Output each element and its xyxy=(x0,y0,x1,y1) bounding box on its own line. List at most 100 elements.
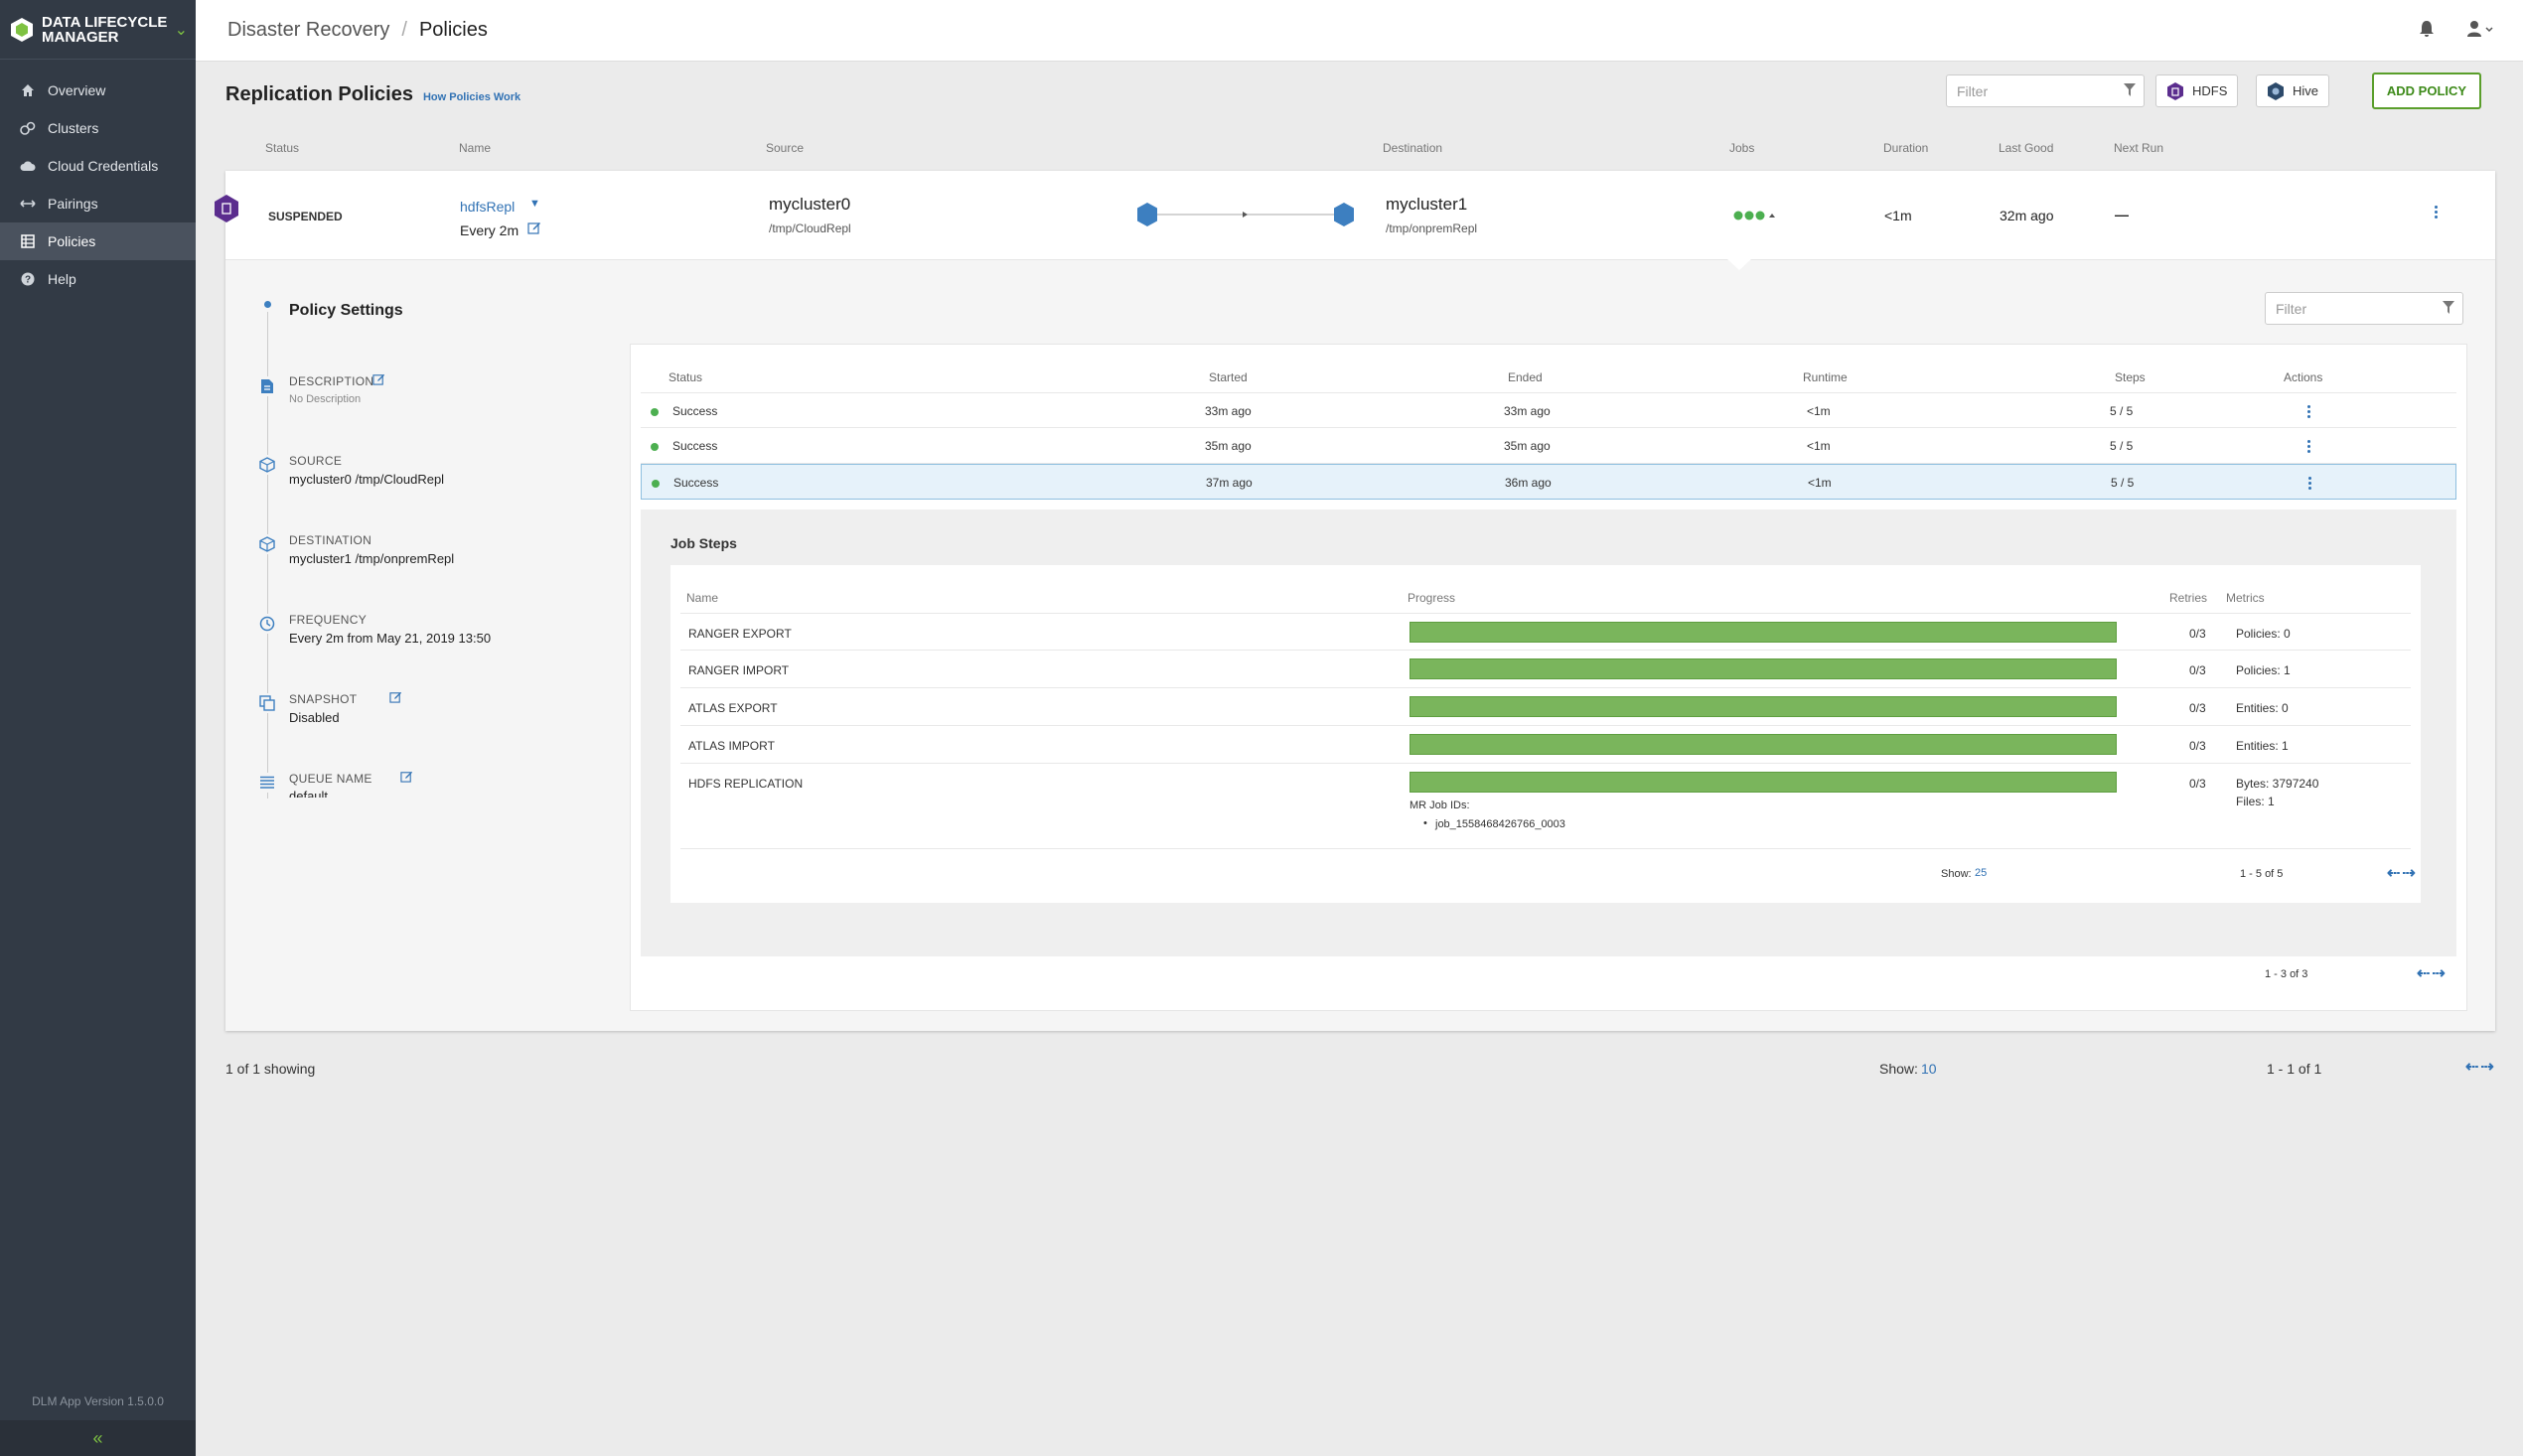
jobs-col-status[interactable]: Status xyxy=(668,370,702,384)
col-source[interactable]: Source xyxy=(766,141,804,155)
jobs-col-started[interactable]: Started xyxy=(1209,370,1248,384)
success-status-dot xyxy=(651,408,659,416)
sidebar-item-overview[interactable]: Overview xyxy=(0,72,196,109)
hive-filter-button[interactable]: Hive xyxy=(2256,74,2330,107)
policy-actions-menu-icon[interactable] xyxy=(2435,206,2439,220)
col-last-good[interactable]: Last Good xyxy=(1999,141,2053,155)
hdfs-filter-button[interactable]: HDFS xyxy=(2155,74,2239,107)
steps-col-metrics: Metrics xyxy=(2226,591,2265,605)
step-row: RANGER EXPORT 0/3 Policies: 0 xyxy=(680,613,2411,651)
job-runtime: <1m xyxy=(1807,404,1831,418)
policy-details: Policy Settings DESCRIPTION No Descripti… xyxy=(225,259,2495,1031)
description-label: DESCRIPTION xyxy=(289,374,374,388)
jobs-col-runtime[interactable]: Runtime xyxy=(1803,370,1848,384)
edit-queue-icon[interactable] xyxy=(400,770,413,788)
col-status[interactable]: Status xyxy=(265,141,299,155)
sidebar-item-label: Pairings xyxy=(48,196,98,212)
app-version: DLM App Version 1.5.0.0 xyxy=(32,1394,164,1408)
jobs-pager-arrows-icon[interactable]: ⇠⇢ xyxy=(2417,963,2448,983)
add-policy-button[interactable]: ADD POLICY xyxy=(2372,73,2481,109)
step-retries: 0/3 xyxy=(2189,701,2206,715)
job-steps: 5 / 5 xyxy=(2110,439,2134,453)
sidebar-item-label: Policies xyxy=(48,233,96,249)
breadcrumb-separator: / xyxy=(401,19,407,41)
step-metrics-files: Files: 1 xyxy=(2236,795,2275,808)
page-header: Replication Policies How Policies Work xyxy=(225,83,520,106)
queue-value: default xyxy=(289,789,329,798)
hdfs-hex-icon xyxy=(2167,81,2183,100)
policy-name-link[interactable]: hdfsRepl xyxy=(460,199,515,215)
col-next-run[interactable]: Next Run xyxy=(2114,141,2163,155)
job-steps-panel: Job Steps Name Progress Retries Metrics … xyxy=(641,510,2456,956)
job-status: Success xyxy=(672,439,718,453)
jobs-col-ended[interactable]: Ended xyxy=(1508,370,1543,384)
user-menu-icon[interactable] xyxy=(2467,20,2495,43)
footer-pager-arrows-icon[interactable]: ⇠⇢ xyxy=(2465,1057,2496,1077)
hdfs-label: HDFS xyxy=(2192,83,2228,98)
step-name: ATLAS IMPORT xyxy=(688,739,775,753)
step-name: RANGER EXPORT xyxy=(688,627,792,641)
edit-snapshot-icon[interactable] xyxy=(389,690,402,708)
footer-page-size[interactable]: 10 xyxy=(1921,1061,1937,1077)
clusters-icon xyxy=(20,120,36,136)
source-value: mycluster0 /tmp/CloudRepl xyxy=(289,472,445,487)
sidebar-item-policies[interactable]: Policies xyxy=(0,222,196,260)
footer-pager-text: 1 - 1 of 1 xyxy=(2267,1061,2322,1077)
job-actions-menu-icon[interactable] xyxy=(2308,477,2312,492)
bell-icon[interactable] xyxy=(2419,20,2435,43)
breadcrumb-parent[interactable]: Disaster Recovery xyxy=(227,19,389,42)
job-row[interactable]: Success 33m ago 33m ago <1m 5 / 5 xyxy=(641,392,2456,428)
caret-down-icon[interactable]: ▼ xyxy=(529,198,540,210)
policy-next-run: — xyxy=(2115,207,2129,222)
step-progress-bar xyxy=(1410,772,2117,793)
job-status: Success xyxy=(672,404,718,418)
job-started: 35m ago xyxy=(1205,439,1252,453)
col-name[interactable]: Name xyxy=(459,141,491,155)
steps-show-label: Show: xyxy=(1941,868,1972,880)
job-actions-menu-icon[interactable] xyxy=(2307,440,2311,455)
policy-filter-input[interactable]: Filter xyxy=(1946,74,2145,107)
jobs-col-steps[interactable]: Steps xyxy=(2115,370,2146,384)
policy-duration: <1m xyxy=(1884,208,1912,223)
policy-card: SUSPENDED hdfsRepl ▼ Every 2m mycluster0… xyxy=(215,171,2495,1031)
success-status-dot xyxy=(652,480,660,488)
step-name: RANGER IMPORT xyxy=(688,663,790,677)
source-label: SOURCE xyxy=(289,454,343,468)
job-ended: 36m ago xyxy=(1505,476,1552,490)
source-cube-icon xyxy=(257,455,277,475)
filter-placeholder: Filter xyxy=(1957,82,1989,99)
step-metrics: Entities: 0 xyxy=(2236,701,2289,715)
col-destination[interactable]: Destination xyxy=(1383,141,1442,155)
job-row[interactable]: Success 35m ago 35m ago <1m 5 / 5 xyxy=(641,428,2456,464)
sidebar-item-clusters[interactable]: Clusters xyxy=(0,109,196,147)
edit-icon[interactable] xyxy=(527,220,541,239)
sidebar-item-pairings[interactable]: Pairings xyxy=(0,185,196,222)
sidebar-item-cloud-credentials[interactable]: Cloud Credentials xyxy=(0,147,196,185)
policy-row[interactable]: SUSPENDED hdfsRepl ▼ Every 2m mycluster0… xyxy=(215,171,2495,260)
nav-menu: Overview Clusters Cloud Credentials Pair… xyxy=(0,72,196,298)
queue-name-label: QUEUE NAME xyxy=(289,772,372,786)
description-icon xyxy=(257,376,277,396)
job-ended: 33m ago xyxy=(1504,404,1551,418)
edit-description-icon[interactable] xyxy=(372,372,385,390)
job-row-selected[interactable]: Success 37m ago 36m ago <1m 5 / 5 xyxy=(641,464,2456,500)
chevron-down-icon[interactable]: ⌄ xyxy=(175,20,188,40)
col-jobs[interactable]: Jobs xyxy=(1729,141,1754,155)
job-steps: 5 / 5 xyxy=(2110,404,2134,418)
collapse-sidebar-button[interactable]: « xyxy=(0,1420,196,1456)
policy-last-good: 32m ago xyxy=(2000,208,2054,223)
jobs-status-dots[interactable] xyxy=(1733,209,1783,226)
job-actions-menu-icon[interactable] xyxy=(2307,405,2311,420)
hive-hex-icon xyxy=(2268,81,2284,100)
sidebar-item-help[interactable]: ? Help xyxy=(0,260,196,298)
steps-pager-arrows-icon[interactable]: ⇠⇢ xyxy=(2387,863,2418,883)
jobs-pager-text: 1 - 3 of 3 xyxy=(2265,968,2308,980)
jobs-filter-input[interactable]: Filter xyxy=(2265,292,2463,325)
how-policies-work-link[interactable]: How Policies Work xyxy=(423,91,520,103)
step-metrics: Policies: 1 xyxy=(2236,663,2291,677)
job-steps: 5 / 5 xyxy=(2111,476,2135,490)
pairings-icon xyxy=(20,196,36,212)
brand[interactable]: DATA LIFECYCLE MANAGER ⌄ xyxy=(0,0,196,60)
col-duration[interactable]: Duration xyxy=(1883,141,1928,155)
steps-page-size[interactable]: 25 xyxy=(1975,867,1987,879)
